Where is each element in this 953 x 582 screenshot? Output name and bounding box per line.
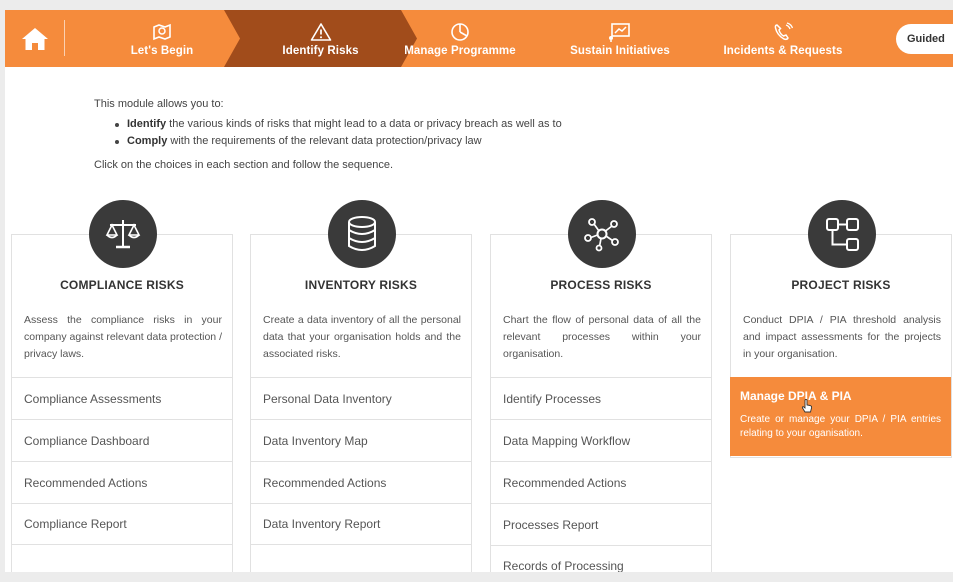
card-process-risks: PROCESS RISKS Chart the flow of personal… bbox=[490, 200, 712, 572]
intro-bullets: Identify the various kinds of risks that… bbox=[115, 118, 562, 147]
option-recommended-actions[interactable]: Recommended Actions bbox=[490, 461, 712, 503]
option-compliance-assessments[interactable]: Compliance Assessments bbox=[11, 377, 233, 419]
option-recommended-actions[interactable]: Recommended Actions bbox=[250, 461, 472, 503]
step-label: Incidents & Requests bbox=[723, 44, 843, 57]
step-label: Let's Begin bbox=[130, 44, 194, 57]
card-compliance-risks: COMPLIANCE RISKS Assess the compliance r… bbox=[11, 200, 233, 572]
card-description: Conduct DPIA / PIA threshold analysis an… bbox=[743, 314, 941, 360]
intro-lead: This module allows you to: bbox=[94, 98, 224, 110]
scales-icon bbox=[105, 220, 141, 249]
guided-mode-toggle[interactable]: Guided bbox=[896, 24, 953, 54]
step-identify-risks[interactable]: Identify Risks bbox=[224, 10, 417, 67]
option-records-of-processing[interactable]: Records of Processing bbox=[490, 545, 712, 572]
database-icon bbox=[348, 216, 376, 251]
card-options: Personal Data Inventory Data Inventory M… bbox=[250, 377, 472, 545]
step-label: Identify Risks bbox=[282, 44, 359, 57]
card-options: Identify Processes Data Mapping Workflow… bbox=[490, 377, 712, 572]
phone-call-icon bbox=[774, 21, 794, 40]
option-personal-data-inventory[interactable]: Personal Data Inventory bbox=[250, 377, 472, 419]
card-options: Compliance Assessments Compliance Dashbo… bbox=[11, 377, 233, 545]
option-processes-report[interactable]: Processes Report bbox=[490, 503, 712, 545]
step-label: Sustain Initiatives bbox=[570, 44, 670, 57]
card-icon-badge bbox=[328, 200, 396, 268]
option-data-mapping-workflow[interactable]: Data Mapping Workflow bbox=[490, 419, 712, 461]
card-description: Create a data inventory of all the perso… bbox=[263, 314, 461, 360]
option-recommended-actions[interactable]: Recommended Actions bbox=[11, 461, 233, 503]
home-button[interactable] bbox=[13, 20, 57, 58]
option-description: Create or manage your DPIA / PIA entries… bbox=[740, 414, 941, 439]
flowchart-icon bbox=[826, 218, 859, 251]
bullet-keyword: Identify bbox=[127, 118, 167, 130]
presentation-board-icon bbox=[609, 22, 630, 42]
card-icon-badge bbox=[808, 200, 876, 268]
bullet-keyword: Comply bbox=[127, 135, 168, 147]
warning-triangle-icon bbox=[310, 22, 331, 41]
card-description: Assess the compliance risks in your comp… bbox=[24, 314, 222, 360]
step-manage-programme[interactable]: Manage Programme bbox=[401, 10, 519, 67]
network-icon bbox=[584, 218, 619, 252]
step-lets-begin[interactable]: Let's Begin bbox=[87, 10, 237, 67]
card-description: Chart the flow of personal data of all t… bbox=[503, 314, 701, 360]
option-compliance-report[interactable]: Compliance Report bbox=[11, 503, 233, 545]
option-title: Manage DPIA & PIA bbox=[740, 389, 852, 403]
app-frame: Let's Begin Identify Risks Manage Progra… bbox=[5, 10, 953, 572]
intro-bullet: Comply with the requirements of the rele… bbox=[115, 135, 562, 147]
top-navigation: Let's Begin Identify Risks Manage Progra… bbox=[5, 10, 953, 67]
intro-instruction: Click on the choices in each section and… bbox=[94, 159, 394, 171]
card-icon-badge bbox=[89, 200, 157, 268]
card-title: PROCESS RISKS bbox=[550, 278, 652, 292]
option-compliance-dashboard[interactable]: Compliance Dashboard bbox=[11, 419, 233, 461]
home-icon bbox=[22, 28, 48, 50]
module-intro: This module allows you to: Identify the … bbox=[94, 98, 562, 171]
card-inventory-risks: INVENTORY RISKS Create a data inventory … bbox=[250, 200, 472, 572]
card-icon-badge bbox=[568, 200, 636, 268]
step-incidents-requests[interactable]: Incidents & Requests bbox=[723, 10, 843, 67]
option-identify-processes[interactable]: Identify Processes bbox=[490, 377, 712, 419]
card-title: PROJECT RISKS bbox=[791, 278, 891, 292]
step-label: Manage Programme bbox=[404, 44, 516, 57]
hand-cursor-icon bbox=[801, 399, 813, 413]
step-sustain-initiatives[interactable]: Sustain Initiatives bbox=[565, 10, 675, 67]
card-title: INVENTORY RISKS bbox=[304, 278, 418, 292]
option-data-inventory-report[interactable]: Data Inventory Report bbox=[250, 503, 472, 545]
bullet-text: with the requirements of the relevant da… bbox=[167, 135, 482, 147]
intro-bullet: Identify the various kinds of risks that… bbox=[115, 118, 562, 130]
bullet-text: the various kinds of risks that might le… bbox=[166, 118, 562, 130]
puzzle-map-icon bbox=[153, 23, 171, 40]
pie-chart-icon bbox=[451, 22, 469, 41]
manage-dpia-pia-option[interactable]: Manage DPIA & PIA Create or manage your … bbox=[730, 377, 951, 456]
card-title: COMPLIANCE RISKS bbox=[60, 278, 184, 292]
nav-divider bbox=[64, 20, 65, 56]
option-data-inventory-map[interactable]: Data Inventory Map bbox=[250, 419, 472, 461]
